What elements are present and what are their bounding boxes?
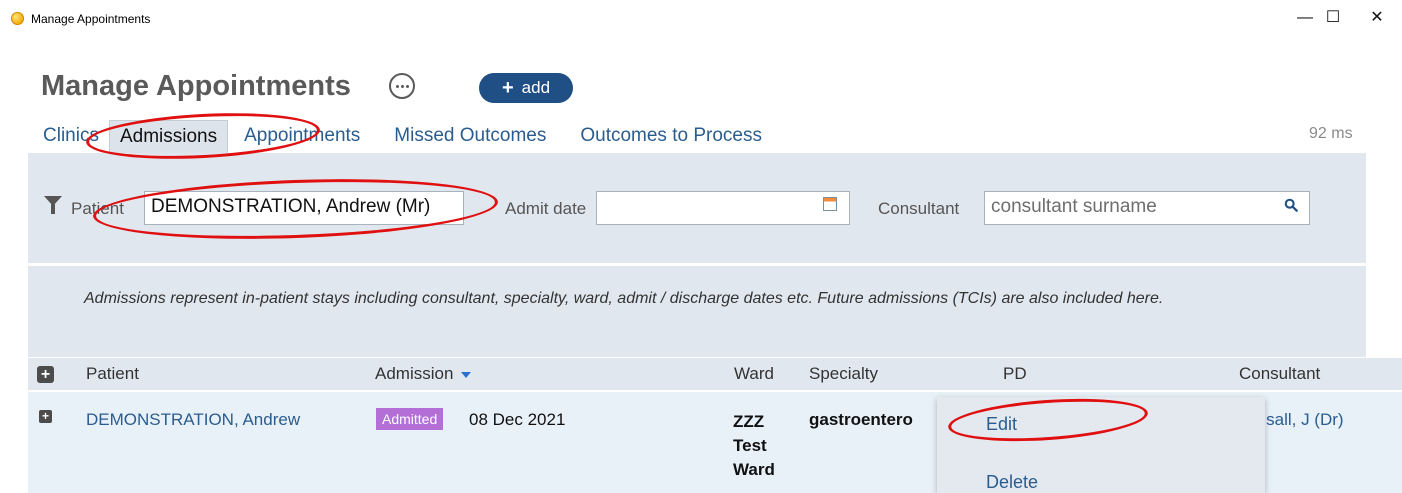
more-options-icon[interactable]	[389, 73, 415, 99]
ward-line: Ward	[733, 460, 775, 479]
app-icon	[11, 12, 24, 25]
expand-row-icon[interactable]: +	[39, 410, 52, 423]
expand-all-icon[interactable]: +	[37, 366, 54, 383]
status-badge: Admitted	[376, 408, 444, 430]
specialty-cell: gastroentero	[809, 410, 913, 429]
col-specialty[interactable]: Specialty	[809, 364, 878, 384]
plus-icon: +	[501, 77, 514, 99]
search-icon[interactable]	[1284, 198, 1298, 212]
add-button-label: add	[521, 78, 551, 97]
info-text: Admissions represent in-patient stays in…	[84, 290, 1164, 307]
admission-date: 08 Dec 2021	[469, 410, 566, 429]
table-header	[28, 358, 1402, 390]
col-admission-label: Admission	[375, 364, 454, 383]
consultant-filter-label: Consultant	[878, 199, 960, 218]
consultant-filter-input[interactable]: consultant surname	[984, 191, 1310, 225]
menu-item-delete[interactable]: Delete	[986, 472, 1038, 493]
col-pd[interactable]: PD	[1003, 364, 1027, 384]
sort-descending-icon	[461, 371, 472, 378]
consultant-placeholder: consultant surname	[991, 196, 1157, 217]
ward-cell: ZZZ Test Ward	[733, 410, 775, 482]
maximize-button[interactable]: ☐	[1318, 6, 1348, 30]
admit-date-input[interactable]	[596, 191, 850, 225]
filter-icon-stem	[51, 204, 55, 214]
page-title: Manage Appointments	[41, 70, 351, 102]
col-patient[interactable]: Patient	[86, 364, 139, 384]
add-button[interactable]: + add	[479, 73, 573, 103]
calendar-icon[interactable]	[823, 197, 837, 211]
panel-divider	[28, 263, 1366, 266]
ward-line: ZZZ	[733, 412, 765, 431]
ward-line: Test	[733, 436, 767, 455]
window-title: Manage Appointments	[31, 12, 151, 26]
close-button[interactable]: ✕	[1362, 6, 1392, 30]
timing-readout: 92 ms	[1309, 125, 1353, 142]
col-consultant[interactable]: Consultant	[1239, 364, 1320, 384]
patient-link[interactable]: DEMONSTRATION, Andrew	[86, 410, 300, 430]
window-titlebar: Manage Appointments — ☐ ✕	[0, 0, 1402, 40]
col-admission[interactable]: Admission	[375, 364, 472, 384]
tab-missed-outcomes[interactable]: Missed Outcomes	[370, 120, 556, 154]
minimize-button[interactable]: —	[1290, 6, 1320, 30]
col-ward[interactable]: Ward	[734, 364, 774, 384]
tab-outcomes-to-process[interactable]: Outcomes to Process	[556, 120, 772, 154]
admit-date-label: Admit date	[505, 199, 587, 218]
